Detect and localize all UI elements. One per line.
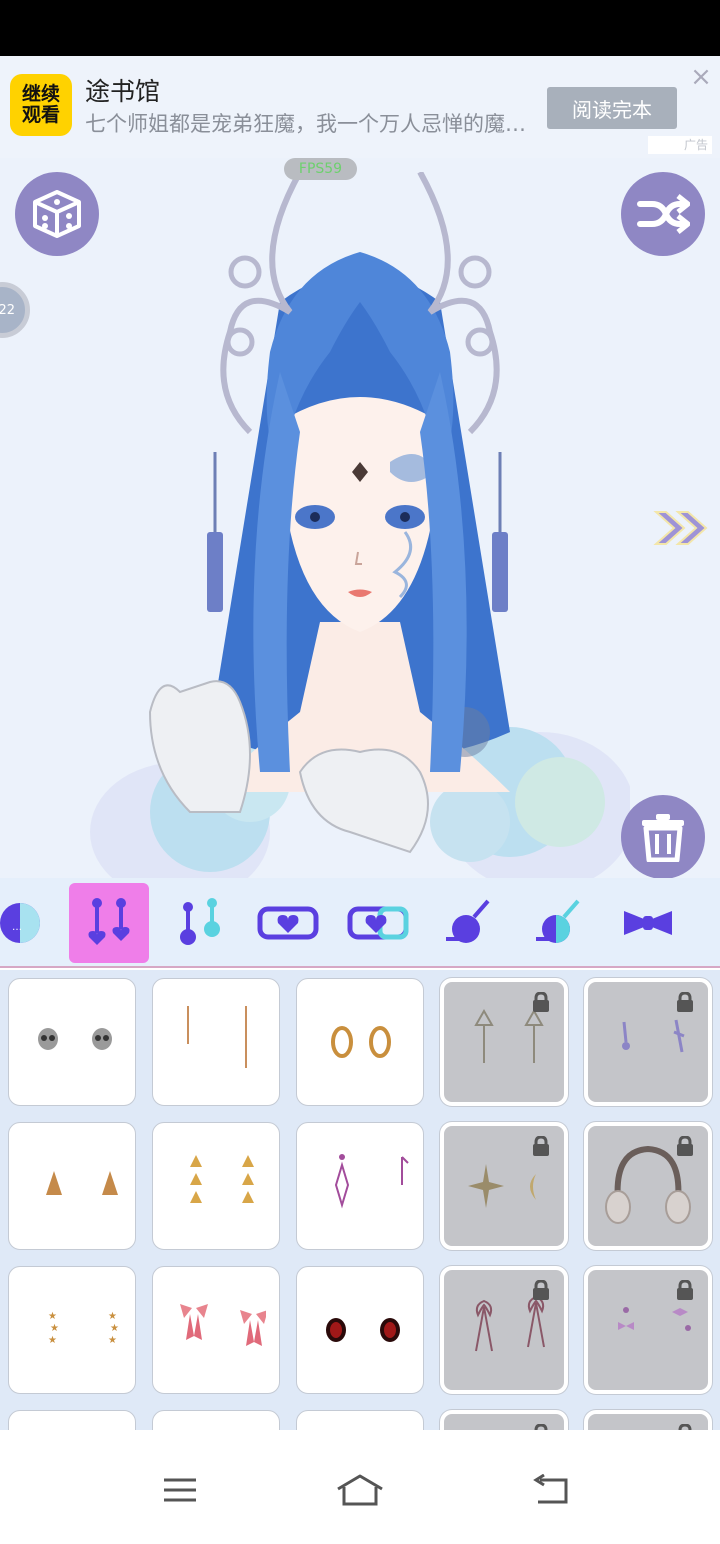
ad-title[interactable]: 途书馆 [85, 72, 160, 108]
svg-text:★: ★ [108, 1335, 117, 1346]
item-tile-arrow-earrings[interactable] [440, 978, 568, 1106]
side-badge-text: 22 [0, 302, 15, 318]
shuffle-icon [637, 194, 690, 234]
triangle-studs-icon [46, 1171, 118, 1195]
item-tile-row4-5[interactable] [584, 1410, 712, 1430]
bow-tie-icon [624, 911, 672, 935]
diamond-drop-earrings-icon [334, 1154, 409, 1209]
svg-text:★: ★ [110, 1323, 119, 1334]
svg-text:★: ★ [108, 1311, 117, 1322]
trash-icon [642, 814, 684, 862]
item-grid[interactable]: ★ ★ ★ ★ ★ ★ [0, 970, 720, 1430]
app-root: 继续 观看 途书馆 七个师姐都是宠弟狂魔，我一个万人忌惮的魔… 阅读完本 × 广… [0, 0, 720, 1544]
home-icon [337, 1474, 383, 1506]
item-tile-charm-earrings[interactable] [584, 978, 712, 1106]
star-moon-earrings-icon [468, 1164, 536, 1208]
lock-icon [677, 1136, 693, 1156]
category-tab-7[interactable] [608, 883, 688, 963]
orb-wand-icon [446, 899, 490, 943]
category-tab-0[interactable]: … [0, 883, 60, 963]
item-tile-row4-1[interactable] [8, 1410, 136, 1430]
pink-bow-earrings-icon [180, 1304, 266, 1346]
heart-choker-icon [257, 906, 319, 940]
charm-earrings-icon [622, 1019, 685, 1053]
lock-icon [533, 992, 549, 1012]
bar-earrings-icon [187, 1006, 247, 1068]
item-tile-earmuffs[interactable] [584, 1122, 712, 1250]
half-orb-wand-icon [536, 899, 580, 943]
delete-button[interactable] [621, 795, 705, 878]
item-tile-hoop-earrings[interactable] [296, 978, 424, 1106]
category-tab-4[interactable] [338, 883, 418, 963]
double-chevron-right-icon[interactable] [652, 506, 712, 550]
fps-counter: FPS59 [284, 158, 357, 180]
home-button[interactable] [335, 1470, 385, 1510]
lock-icon [677, 992, 693, 1012]
category-bar[interactable]: … [0, 878, 720, 968]
category-tab-3[interactable] [248, 883, 328, 963]
partial-category-icon [708, 903, 720, 943]
red-stud-earrings-icon [326, 1318, 400, 1342]
status-bar [0, 0, 720, 56]
skull-earrings-icon [38, 1028, 112, 1050]
lock-icon [677, 1280, 693, 1300]
bow-charm-earrings-icon [618, 1307, 691, 1331]
random-dice-button[interactable] [15, 172, 99, 256]
category-tab-8[interactable] [698, 883, 720, 963]
heart-choker-split-icon [347, 906, 409, 940]
svg-text:★: ★ [48, 1335, 57, 1346]
arrow-earrings-icon [474, 1008, 544, 1063]
side-timer-badge[interactable]: 22 [0, 282, 30, 338]
close-icon[interactable]: × [688, 64, 714, 90]
category-tab-1[interactable] [69, 883, 149, 963]
ad-logo[interactable]: 继续 观看 [10, 74, 72, 136]
back-button[interactable] [525, 1470, 575, 1510]
character-canvas[interactable]: FPS59 22 [0, 158, 720, 878]
lock-icon [533, 1136, 549, 1156]
category-tab-6[interactable] [518, 883, 598, 963]
category-tab-5[interactable] [428, 883, 508, 963]
item-tile-skull-earrings[interactable] [8, 978, 136, 1106]
star-stack-earrings-icon: ★ ★ ★ ★ ★ ★ [48, 1311, 119, 1346]
ad-cta-button[interactable]: 阅读完本 [547, 87, 677, 129]
category-tab-2[interactable] [158, 883, 238, 963]
item-tile-pink-bow-earrings[interactable] [152, 1266, 280, 1394]
item-tile-ribbon-earrings[interactable] [440, 1266, 568, 1394]
item-tile-triangle-studs[interactable] [8, 1122, 136, 1250]
item-tile-star-stack-earrings[interactable]: ★ ★ ★ ★ ★ ★ [8, 1266, 136, 1394]
svg-text:★: ★ [48, 1311, 57, 1322]
item-tile-row4-4[interactable] [440, 1410, 568, 1430]
item-tile-bow-charm-earrings[interactable] [584, 1266, 712, 1394]
system-nav-bar [0, 1430, 720, 1544]
ad-tag-label: 广告 [683, 138, 708, 152]
svg-text:…: … [12, 922, 22, 933]
stud-earrings-icon [180, 898, 220, 945]
ribbon-earrings-icon [475, 1295, 545, 1352]
drop-earrings-icon [88, 898, 130, 945]
svg-text:★: ★ [50, 1323, 59, 1334]
hoop-earrings-icon [331, 1026, 391, 1058]
menu-icon [164, 1478, 196, 1502]
lock-icon [533, 1280, 549, 1300]
menu-button[interactable] [155, 1470, 205, 1510]
ad-logo-text: 继续 观看 [21, 83, 60, 126]
item-tile-diamond-drop-earrings[interactable] [296, 1122, 424, 1250]
half-circle-icon: … [0, 903, 40, 943]
item-tile-triple-triangle-earrings[interactable] [152, 1122, 280, 1250]
item-tile-red-stud-earrings[interactable] [296, 1266, 424, 1394]
ad-description[interactable]: 七个师姐都是宠弟狂魔，我一个万人忌惮的魔… [85, 108, 545, 138]
character-illustration [90, 172, 630, 878]
ad-banner[interactable]: 继续 观看 途书馆 七个师姐都是宠弟狂魔，我一个万人忌惮的魔… 阅读完本 × 广… [0, 56, 720, 158]
dice-icon [33, 190, 81, 238]
shuffle-button[interactable] [621, 172, 705, 256]
item-tile-star-moon-earrings[interactable] [440, 1122, 568, 1250]
item-tile-row4-2[interactable] [152, 1410, 280, 1430]
back-icon [533, 1474, 568, 1504]
triple-triangle-earrings-icon [190, 1155, 254, 1203]
item-tile-bar-earrings[interactable] [152, 978, 280, 1106]
ad-tag: 广告 [648, 136, 712, 154]
item-tile-row4-3[interactable] [296, 1410, 424, 1430]
